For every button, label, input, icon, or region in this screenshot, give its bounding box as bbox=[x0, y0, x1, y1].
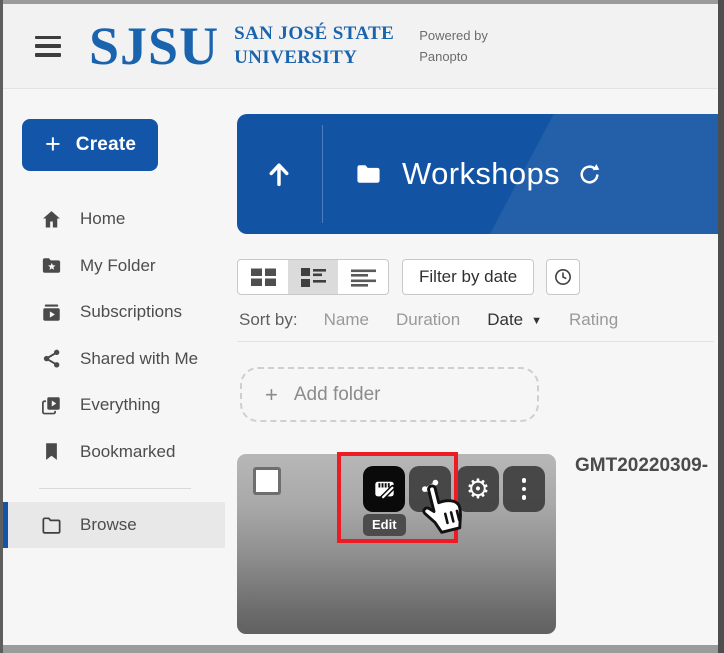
sidebar-item-bookmarked[interactable]: Bookmarked bbox=[3, 429, 237, 476]
sidebar-item-label: Everything bbox=[80, 395, 160, 415]
sidebar-item-my-folder[interactable]: My Folder bbox=[3, 243, 237, 290]
detail-list-view-button[interactable] bbox=[338, 260, 388, 294]
more-options-button[interactable] bbox=[503, 466, 545, 512]
view-toolbar: Filter by date bbox=[237, 259, 580, 295]
video-thumbnail[interactable]: ⚙ Edit bbox=[237, 454, 556, 634]
detail-list-view-icon bbox=[350, 267, 377, 287]
subscriptions-icon bbox=[39, 300, 63, 324]
sidebar-item-shared-with-me[interactable]: Shared with Me bbox=[3, 336, 237, 383]
grid-view-icon bbox=[250, 267, 277, 287]
sidebar-item-browse[interactable]: Browse bbox=[3, 502, 225, 548]
clock-icon bbox=[553, 267, 573, 287]
settings-button[interactable]: ⚙ bbox=[457, 466, 499, 512]
content-divider bbox=[237, 341, 714, 342]
video-title[interactable]: GMT20220309- bbox=[575, 455, 708, 477]
app-window: SJSU SAN JOSÉ STATE UNIVERSITY Powered b… bbox=[3, 4, 718, 645]
refresh-button[interactable] bbox=[577, 162, 602, 187]
sidebar-nav: Home My Folder bbox=[3, 196, 237, 548]
plus-icon: + bbox=[265, 382, 278, 408]
vertical-ellipsis-icon bbox=[522, 478, 527, 500]
share-button[interactable] bbox=[409, 466, 451, 512]
plus-icon: + bbox=[45, 131, 61, 158]
up-one-level-button[interactable] bbox=[261, 154, 297, 194]
sjsu-logo: SJSU bbox=[89, 19, 219, 73]
main-content: Workshops bbox=[237, 90, 718, 645]
sort-option-date[interactable]: Date▼ bbox=[487, 310, 542, 330]
folder-header-bar: Workshops bbox=[237, 114, 718, 234]
sidebar-item-subscriptions[interactable]: Subscriptions bbox=[3, 289, 237, 336]
sort-by-label: Sort by: bbox=[239, 310, 298, 330]
folder-icon bbox=[353, 160, 384, 188]
folder-open-icon bbox=[39, 513, 63, 537]
sidebar: + Create Home bbox=[3, 90, 237, 645]
view-mode-group bbox=[237, 259, 389, 295]
wordmark-line1: SAN JOSÉ STATE bbox=[234, 22, 394, 46]
share-network-icon bbox=[39, 347, 63, 371]
sidebar-item-label: Subscriptions bbox=[80, 302, 182, 322]
powered-by-text: Powered by Panopto bbox=[419, 24, 488, 68]
video-library-icon bbox=[39, 393, 63, 417]
university-wordmark: SAN JOSÉ STATE UNIVERSITY bbox=[234, 22, 394, 70]
refresh-icon bbox=[577, 162, 602, 187]
video-list-item: ⚙ Edit GMT20220309- bbox=[237, 454, 708, 634]
thumbnail-list-view-icon bbox=[300, 267, 327, 287]
sidebar-item-label: Shared with Me bbox=[80, 349, 198, 369]
sidebar-item-label: My Folder bbox=[80, 256, 156, 276]
thumbnail-list-view-button[interactable] bbox=[288, 260, 338, 294]
share-icon bbox=[418, 477, 442, 501]
sort-option-rating[interactable]: Rating bbox=[569, 310, 618, 330]
up-arrow-icon bbox=[263, 157, 295, 191]
folder-star-icon bbox=[39, 254, 63, 278]
wordmark-line2: UNIVERSITY bbox=[234, 46, 394, 70]
grid-view-button[interactable] bbox=[238, 260, 288, 294]
sidebar-divider bbox=[39, 488, 191, 489]
bar-divider bbox=[322, 125, 323, 223]
caret-down-icon: ▼ bbox=[531, 315, 542, 327]
hamburger-menu-icon[interactable] bbox=[35, 36, 61, 57]
scheduled-recordings-button[interactable] bbox=[546, 259, 580, 295]
sidebar-item-label: Home bbox=[80, 209, 125, 229]
bookmark-icon bbox=[39, 440, 63, 464]
edit-button[interactable] bbox=[363, 466, 405, 512]
edit-video-icon bbox=[372, 477, 397, 502]
sidebar-item-everything[interactable]: Everything bbox=[3, 382, 237, 429]
app-header: SJSU SAN JOSÉ STATE UNIVERSITY Powered b… bbox=[3, 4, 718, 89]
sort-option-duration[interactable]: Duration bbox=[396, 310, 460, 330]
edit-tooltip: Edit bbox=[363, 514, 406, 536]
home-icon bbox=[39, 207, 63, 231]
sidebar-item-label: Bookmarked bbox=[80, 442, 175, 462]
filter-by-date-button[interactable]: Filter by date bbox=[402, 259, 534, 295]
sidebar-item-home[interactable]: Home bbox=[3, 196, 237, 243]
screenshot-frame: SJSU SAN JOSÉ STATE UNIVERSITY Powered b… bbox=[0, 0, 724, 653]
video-select-checkbox[interactable] bbox=[253, 467, 281, 495]
create-button[interactable]: + Create bbox=[22, 119, 158, 171]
add-folder-button[interactable]: + Add folder bbox=[240, 367, 539, 422]
gear-icon: ⚙ bbox=[466, 476, 490, 503]
folder-title: Workshops bbox=[402, 156, 560, 192]
sidebar-item-label: Browse bbox=[80, 515, 137, 535]
sort-row: Sort by: Name Duration Date▼ Rating bbox=[239, 310, 645, 330]
sort-option-name[interactable]: Name bbox=[324, 310, 369, 330]
